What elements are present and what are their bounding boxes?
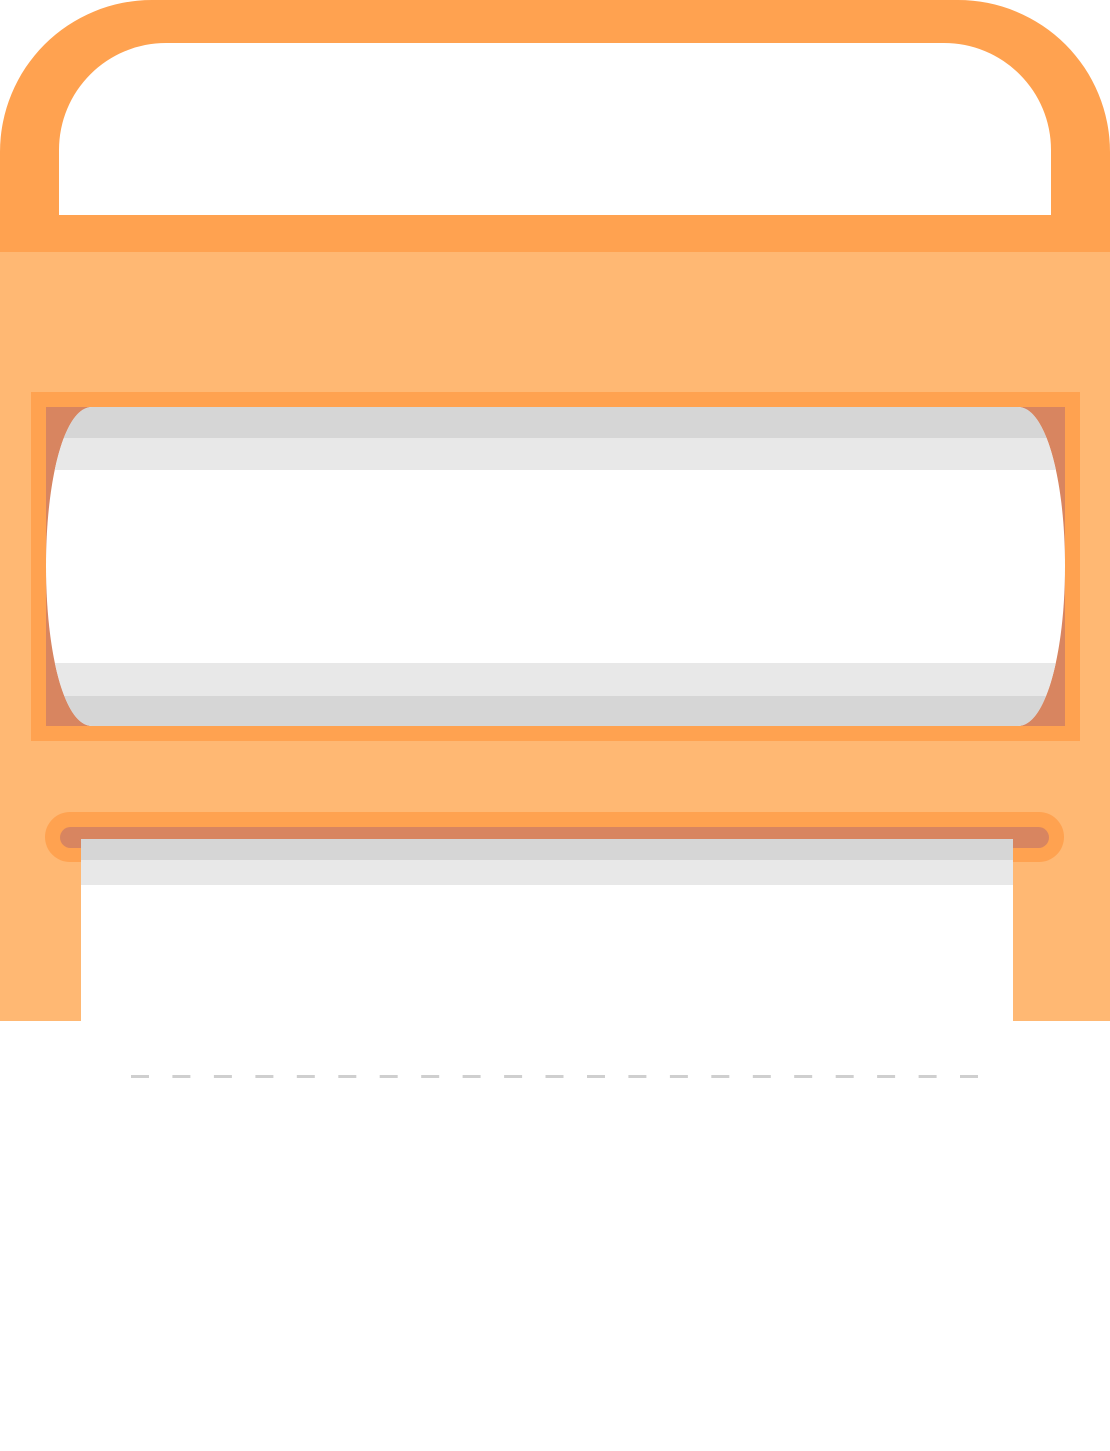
perforation-dash <box>379 1075 398 1078</box>
perforation-dash <box>960 1075 978 1078</box>
paper-roll <box>46 407 1065 726</box>
illustration-stage <box>0 0 1110 1451</box>
perforation-dash <box>545 1075 564 1078</box>
dispenser-handle <box>0 0 1110 252</box>
perforation-dash <box>877 1075 896 1078</box>
perforation-dash <box>131 1075 149 1078</box>
paper-sheet <box>81 839 1013 1451</box>
roll-bottom-shadow <box>46 696 1065 726</box>
perforation-dash <box>504 1075 523 1078</box>
perforation-dash <box>172 1075 191 1078</box>
perforation-dash <box>213 1075 232 1078</box>
paper-roll-dispenser-illustration <box>0 0 1110 1451</box>
perforation-dash <box>587 1075 605 1078</box>
paper-sheet-midtone <box>81 860 1013 885</box>
perforation-dash <box>255 1075 274 1078</box>
perforation-dash <box>338 1075 357 1078</box>
paper-sheet-shadow <box>81 839 1013 860</box>
perforation-dash <box>794 1075 813 1078</box>
perforation-dash <box>296 1075 315 1078</box>
perforation-line <box>131 1075 978 1078</box>
perforation-dash <box>711 1075 730 1078</box>
perforation-dash <box>835 1075 854 1078</box>
perforation-dash <box>752 1075 771 1078</box>
roll-bottom-midtone <box>46 663 1065 696</box>
roll-top-midtone <box>46 438 1065 470</box>
perforation-dash <box>628 1075 647 1078</box>
perforation-dash <box>669 1075 688 1078</box>
perforation-dash <box>918 1075 937 1078</box>
perforation-dash <box>462 1075 481 1078</box>
perforation-dash <box>421 1075 440 1078</box>
